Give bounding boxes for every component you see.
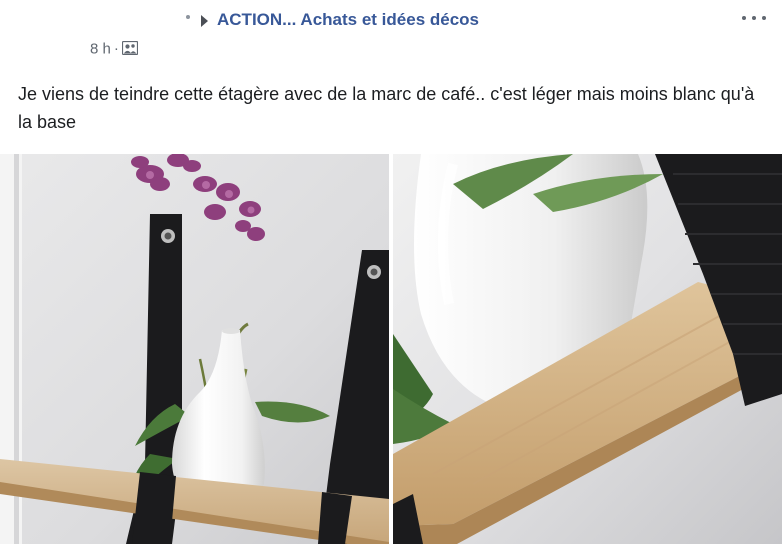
post-meta: 8 h ·	[90, 40, 138, 62]
group-audience-icon[interactable]	[121, 40, 138, 55]
separator-dot	[186, 15, 190, 19]
post-timestamp[interactable]: 8 h	[90, 40, 111, 57]
group-name-link[interactable]: ACTION... Achats et idées décos	[217, 10, 479, 30]
share-arrow-icon	[201, 15, 208, 27]
right-shelf-photo[interactable]	[393, 154, 782, 544]
photo-grid	[0, 154, 782, 544]
facebook-post: ACTION... Achats et idées décos 8 h · Je …	[0, 0, 782, 544]
left-shelf-photo-image	[0, 154, 389, 544]
more-options-button[interactable]	[738, 8, 770, 28]
left-shelf-photo[interactable]	[0, 154, 389, 544]
right-shelf-photo-image	[393, 154, 782, 544]
post-header: ACTION... Achats et idées décos	[0, 6, 782, 34]
post-text: Je viens de teindre cette étagère avec d…	[18, 84, 755, 132]
meta-separator: ·	[113, 40, 119, 58]
